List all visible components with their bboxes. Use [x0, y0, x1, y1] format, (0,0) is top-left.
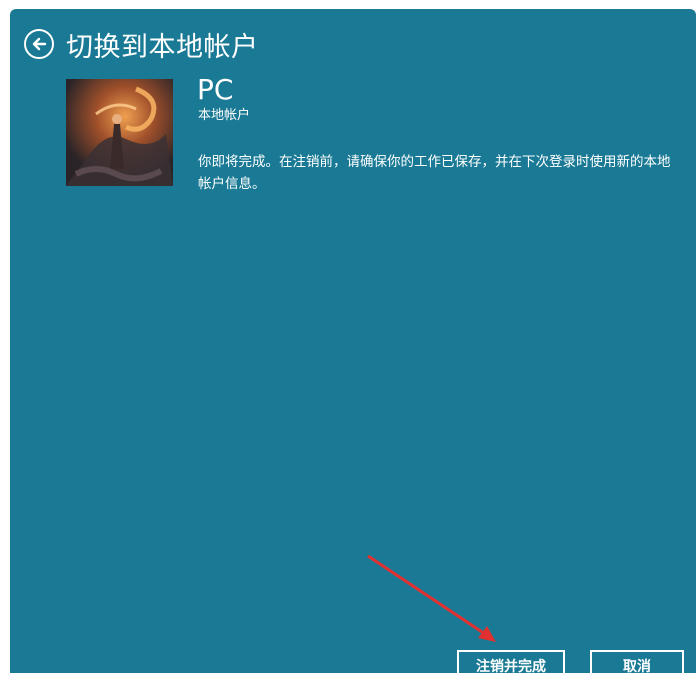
cancel-button[interactable]: 取消 [590, 650, 684, 673]
account-name: PC [197, 73, 234, 106]
back-button[interactable] [24, 29, 54, 59]
page-title: 切换到本地帐户 [66, 31, 259, 63]
header: 切换到本地帐户 [24, 24, 259, 64]
account-type: 本地帐户 [198, 108, 251, 123]
dialog-window: 切换到本地帐户 PC 本地帐户 你即将完成。在注销前，请确保你的工作已保存，并在… [10, 9, 696, 673]
back-arrow-icon [32, 37, 47, 51]
info-message: 你即将完成。在注销前，请确保你的工作已保存，并在下次登录时使用新的本地帐户信息。 [198, 154, 671, 192]
avatar [66, 79, 173, 186]
sign-out-finish-button[interactable]: 注销并完成 [457, 650, 565, 673]
